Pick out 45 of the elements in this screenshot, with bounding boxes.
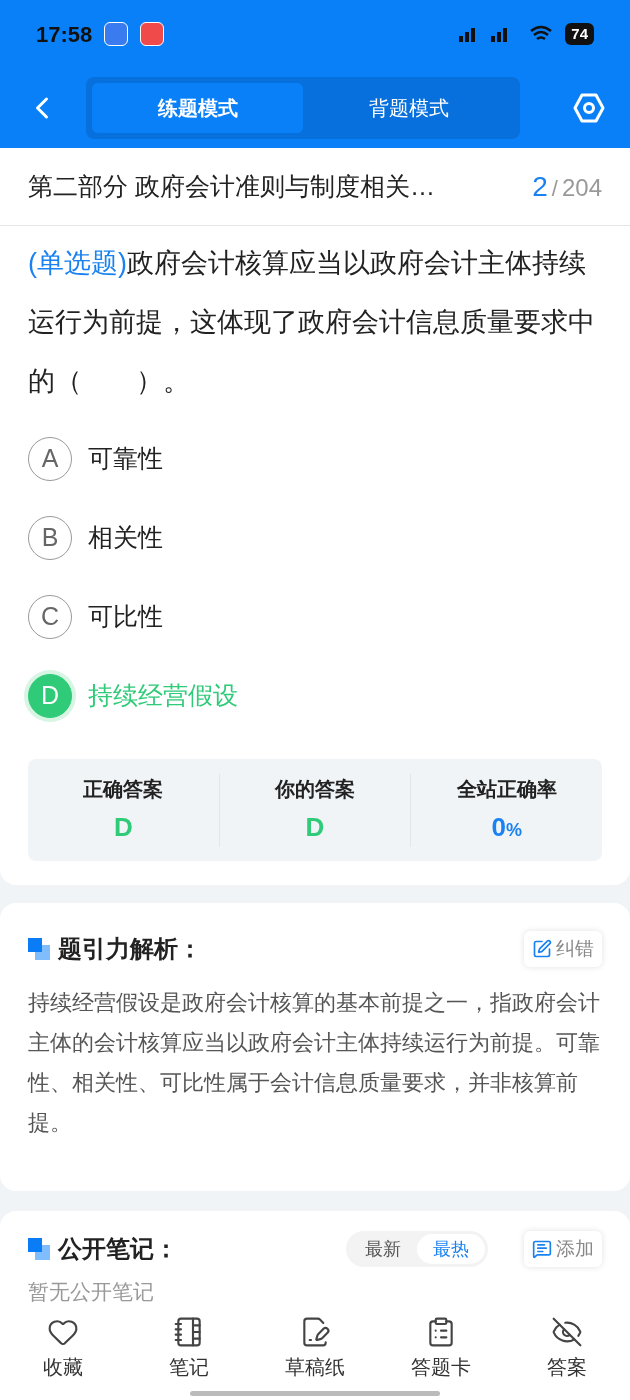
answer-option[interactable]: C 可比性 bbox=[28, 577, 602, 656]
mode-tab[interactable]: 练题模式 bbox=[92, 83, 303, 133]
stat-label: 你的答案 bbox=[275, 776, 355, 802]
empty-notes-text: 暂无公开笔记 bbox=[28, 1279, 155, 1305]
battery-indicator: 74 bbox=[565, 23, 594, 45]
option-letter: D bbox=[28, 673, 72, 718]
nav-item[interactable]: 答题卡 bbox=[378, 1312, 504, 1400]
nav-item[interactable]: 笔记 bbox=[126, 1312, 252, 1400]
nav-item[interactable]: 答案 bbox=[504, 1312, 630, 1400]
stat-value: 0 bbox=[491, 810, 506, 844]
mode-tab[interactable]: 背题模式 bbox=[303, 83, 514, 133]
status-time: 17:58 bbox=[36, 20, 93, 49]
nav-item[interactable]: 草稿纸 bbox=[252, 1312, 378, 1400]
section-title: 第二部分 政府会计准则与制度相关… bbox=[28, 170, 435, 202]
comment-icon bbox=[532, 1239, 552, 1259]
sort-tab[interactable]: 最新 bbox=[349, 1234, 417, 1264]
stat-value: D bbox=[305, 810, 325, 844]
question-text: (单选题)政府会计核算应当以政府会计主体持续运行为前提，这体现了政府会计信息质量要求中的（ ）。 bbox=[28, 247, 596, 398]
stat-label: 全站正确率 bbox=[456, 776, 557, 802]
question-total: 204 bbox=[561, 172, 602, 203]
sort-tab[interactable]: 最热 bbox=[417, 1234, 485, 1264]
add-note-button[interactable]: 添加 bbox=[524, 1231, 602, 1267]
eye-off-icon bbox=[551, 1316, 583, 1348]
stat-unit: % bbox=[505, 819, 522, 842]
squares-icon bbox=[28, 1238, 50, 1260]
nav-item[interactable]: 收藏 bbox=[0, 1312, 126, 1400]
settings-icon[interactable] bbox=[572, 91, 606, 125]
notes-title: 公开笔记： bbox=[58, 1234, 178, 1264]
squares-icon bbox=[28, 938, 50, 960]
report-error-button[interactable]: 纠错 bbox=[524, 931, 602, 967]
answer-option[interactable]: B 相关性 bbox=[28, 498, 602, 577]
answer-option[interactable]: A 可靠性 bbox=[28, 419, 602, 498]
option-text: 持续经营假设 bbox=[88, 679, 238, 711]
question-number: 2 bbox=[532, 169, 548, 204]
analysis-title: 题引力解析： bbox=[58, 934, 202, 964]
stat-value: D bbox=[113, 810, 133, 844]
analysis-text: 持续经营假设是政府会计核算的基本前提之一，指政府会计主体的会计核算应当以政府会计主体持续运行为前提。可靠性、相关性、可比性属于会计信息质量要求，并非核算前提。 bbox=[28, 989, 601, 1137]
stat-label: 正确答案 bbox=[83, 776, 164, 802]
option-text: 相关性 bbox=[88, 521, 163, 553]
app-icon bbox=[140, 22, 165, 46]
option-text: 可比性 bbox=[88, 600, 163, 632]
separator: / bbox=[551, 174, 558, 203]
app-icon bbox=[104, 22, 129, 46]
edit-icon bbox=[532, 939, 552, 959]
option-text: 可靠性 bbox=[88, 442, 163, 474]
